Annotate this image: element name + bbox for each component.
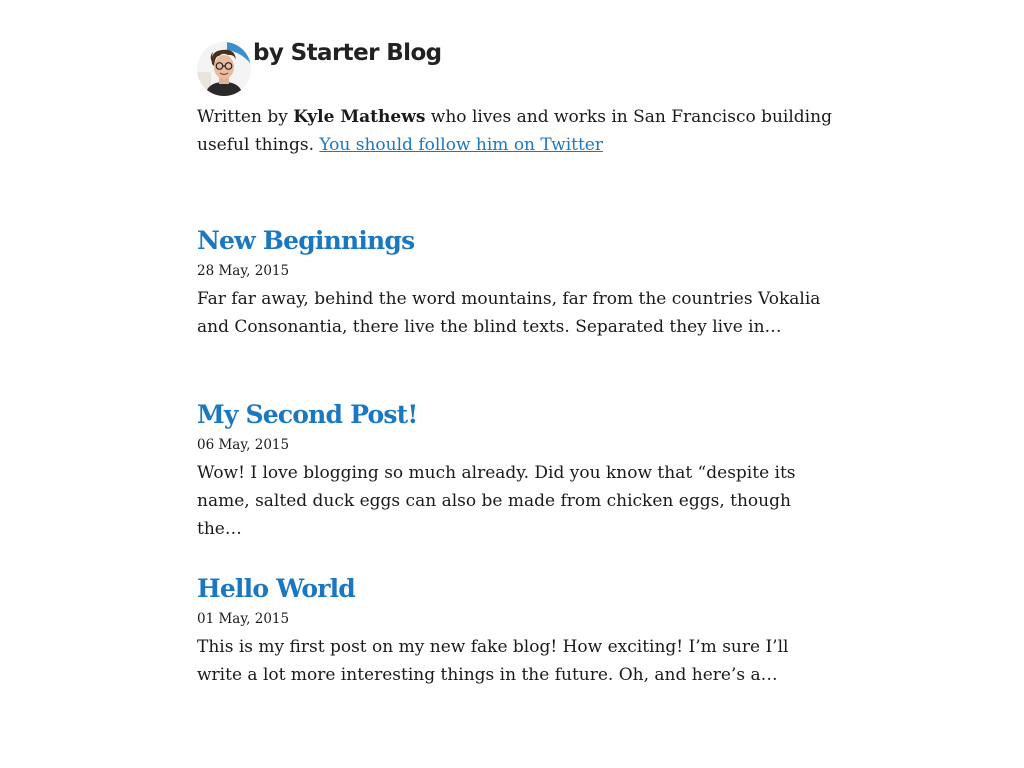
post-excerpt: Far far away, behind the word mountains,…: [197, 289, 821, 337]
avatar-photo: [197, 42, 251, 96]
post-title: New Beginnings: [197, 226, 837, 256]
post-item: New Beginnings 28 May, 2015 Far far away…: [197, 226, 837, 341]
author-name: Kyle Mathews: [293, 107, 426, 127]
site-header: by Starter Blog: [197, 40, 442, 96]
twitter-follow-link[interactable]: You should follow him on Twitter: [319, 135, 603, 155]
avatar: [197, 42, 251, 96]
post-title: My Second Post!: [197, 400, 837, 430]
post-item: My Second Post! 06 May, 2015 Wow! I love…: [197, 400, 837, 543]
site-title: by Starter Blog: [253, 40, 442, 66]
post-date: 06 May, 2015: [197, 437, 290, 453]
post-excerpt: Wow! I love blogging so much already. Di…: [197, 463, 796, 539]
post-title-link[interactable]: My Second Post!: [197, 400, 418, 429]
post-date: 01 May, 2015: [197, 611, 290, 627]
post-excerpt: This is my first post on my new fake blo…: [197, 637, 789, 685]
bio-prefix: Written by: [197, 107, 294, 127]
post-item: Hello World 01 May, 2015 This is my firs…: [197, 574, 837, 689]
post-title-link[interactable]: New Beginnings: [197, 226, 415, 255]
post-title-link[interactable]: Hello World: [197, 574, 356, 603]
author-bio: Written by Kyle Mathews who lives and wo…: [197, 103, 837, 159]
post-title: Hello World: [197, 574, 837, 604]
post-date: 28 May, 2015: [197, 263, 290, 279]
